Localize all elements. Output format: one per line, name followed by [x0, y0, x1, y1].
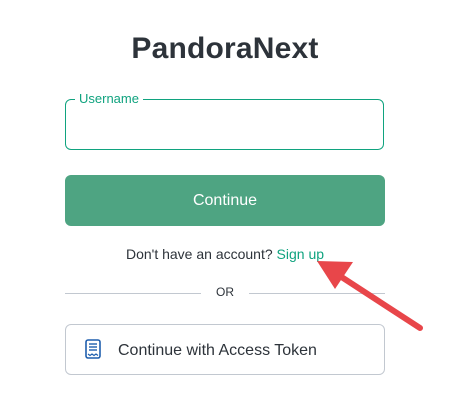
divider-line-right [249, 293, 385, 294]
divider-text: OR [216, 285, 234, 299]
login-page: PandoraNext Username Continue Don't have… [0, 0, 473, 401]
signup-row: Don't have an account? Sign up [0, 246, 450, 262]
username-label: Username [75, 91, 143, 107]
or-divider: OR [65, 284, 385, 304]
access-token-label: Continue with Access Token [118, 342, 317, 359]
access-token-button[interactable]: Continue with Access Token [65, 324, 385, 375]
username-field[interactable]: Username [65, 91, 384, 150]
signup-prompt: Don't have an account? [125, 246, 273, 262]
continue-button[interactable]: Continue [65, 175, 385, 226]
receipt-icon [85, 339, 101, 359]
signup-link[interactable]: Sign up [277, 246, 324, 262]
page-title: PandoraNext [131, 32, 319, 65]
username-input[interactable] [78, 112, 372, 140]
